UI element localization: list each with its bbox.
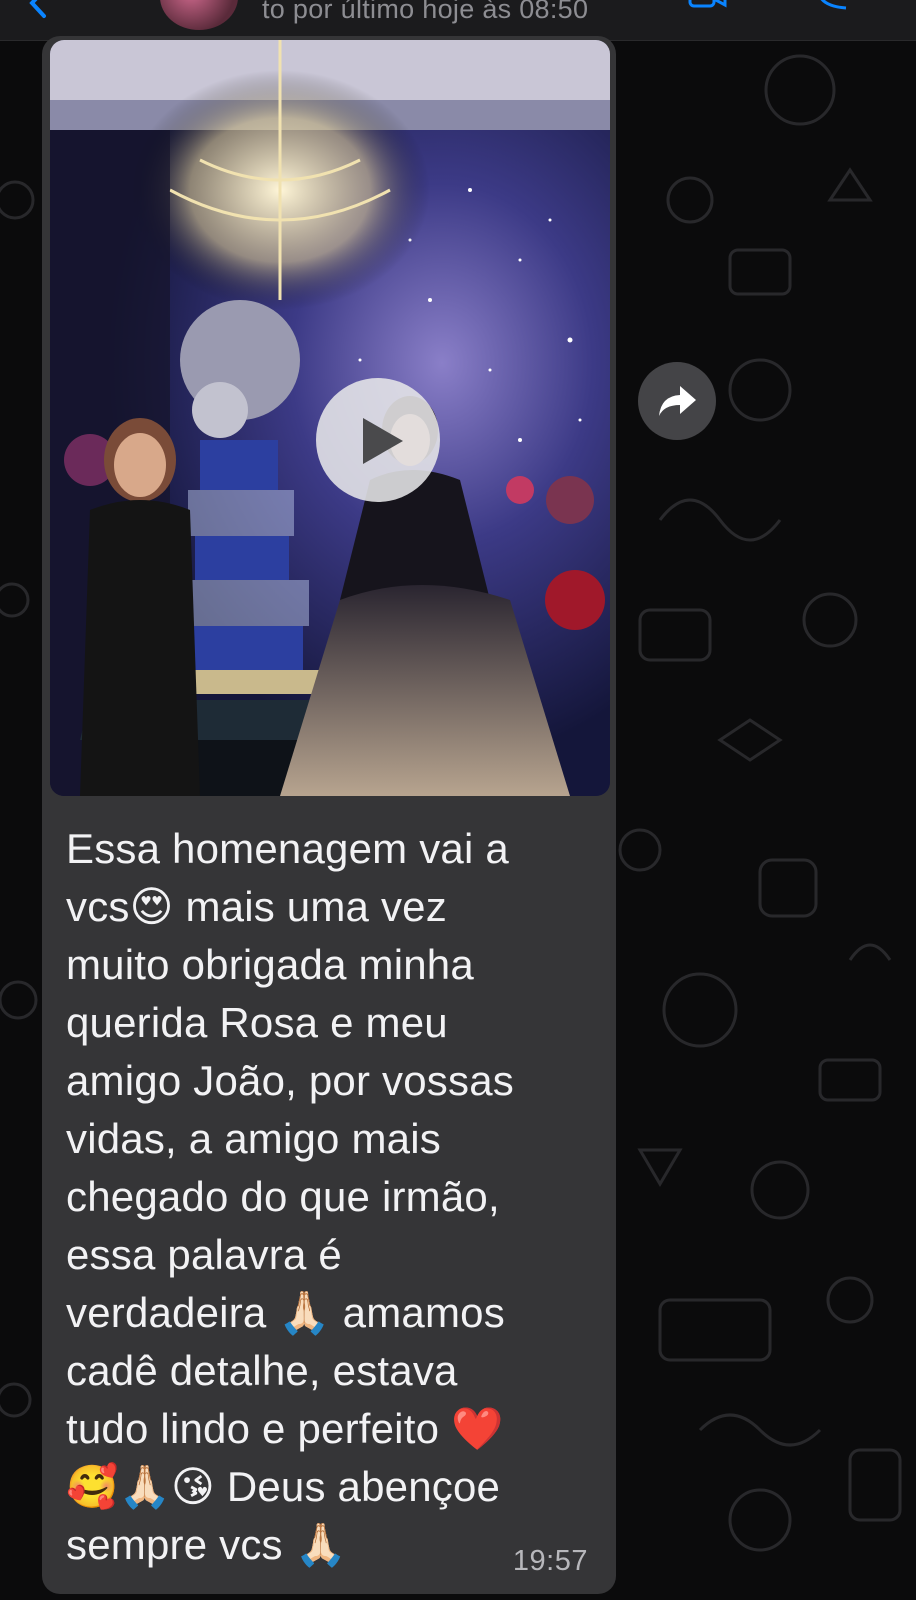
message-line: tudo lindo e perfeito ❤️ — [66, 1405, 504, 1452]
message-line: vcs😍 mais uma vez — [66, 883, 447, 930]
last-seen-status: to por último hoje às 08:50 — [262, 0, 589, 24]
message-line: chegado do que irmão, — [66, 1173, 500, 1220]
play-icon — [363, 418, 403, 464]
message-line: essa palavra é — [66, 1231, 342, 1278]
message-line: verdadeira 🙏🏻 amamos — [66, 1289, 505, 1336]
forward-arrow-icon — [659, 386, 696, 416]
message-text: Essa homenagem vai a vcs😍 mais uma vez m… — [66, 820, 586, 1574]
video-thumbnail[interactable] — [50, 40, 610, 796]
video-camera-icon[interactable] — [688, 0, 728, 10]
message-line: amigo João, por vossas — [66, 1057, 514, 1104]
message-line: muito obrigada minha — [66, 941, 474, 988]
play-button[interactable] — [316, 378, 440, 502]
message-line: sempre vcs 🙏🏻 — [66, 1521, 348, 1568]
chevron-left-icon[interactable] — [22, 0, 56, 20]
message-line: cadê detalhe, estava — [66, 1347, 458, 1394]
chat-header: to por último hoje às 08:50 — [0, 0, 916, 41]
chat-screen: to por último hoje às 08:50 Essa homenag… — [0, 0, 916, 1600]
message-line: Essa homenagem vai a — [66, 825, 509, 872]
contact-avatar[interactable] — [160, 0, 238, 30]
message-bubble[interactable]: Essa homenagem vai a vcs😍 mais uma vez m… — [42, 36, 616, 1594]
message-line: querida Rosa e meu — [66, 999, 448, 1046]
message-line: vidas, a amigo mais — [66, 1115, 441, 1162]
message-line: 🥰🙏🏻😘 Deus abençoe — [66, 1463, 501, 1510]
message-timestamp: 19:57 — [512, 1545, 588, 1577]
phone-icon[interactable] — [812, 0, 852, 10]
forward-button[interactable] — [638, 362, 716, 440]
